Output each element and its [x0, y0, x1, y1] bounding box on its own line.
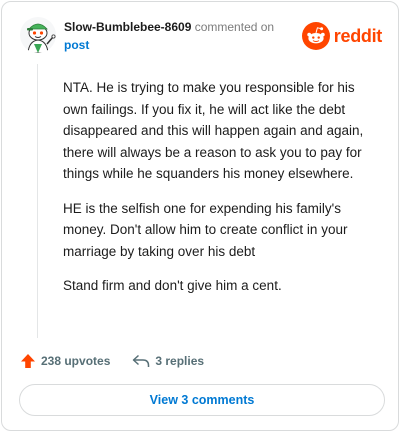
replies-button[interactable]: 3 replies — [132, 354, 204, 368]
upvote-button[interactable]: 238 upvotes — [20, 353, 110, 369]
thread-line[interactable] — [37, 64, 38, 338]
commented-on-label: commented on — [194, 20, 275, 34]
reply-arrow-icon — [133, 354, 150, 367]
view-comments-label: View 3 comments — [149, 393, 255, 407]
upvote-count: 238 upvotes — [41, 354, 111, 368]
snoo-avatar-icon — [20, 17, 56, 53]
reddit-logo[interactable]: reddit — [301, 20, 383, 52]
comment-actions: 238 upvotes 3 replies — [20, 351, 204, 371]
comment-meta: Slow-Bumblebee-8609 commented on post — [64, 18, 314, 54]
comment-header: Slow-Bumblebee-8609 commented on post re… — [20, 16, 384, 56]
reddit-snoo-icon — [301, 22, 330, 50]
avatar[interactable] — [20, 17, 56, 53]
comment-paragraph-3: Stand firm and don't give him a cent. — [63, 278, 282, 293]
comment-paragraph-2: HE is the selfish one for expending his … — [63, 200, 348, 259]
comment-card: Slow-Bumblebee-8609 commented on post re… — [1, 1, 399, 431]
post-link[interactable]: post — [64, 36, 314, 54]
reddit-wordmark: reddit — [333, 25, 383, 46]
upvote-arrow-icon — [21, 354, 35, 368]
view-comments-button[interactable]: View 3 comments — [19, 384, 385, 416]
replies-count: 3 replies — [155, 354, 205, 368]
username-link[interactable]: Slow-Bumblebee-8609 — [64, 20, 191, 34]
comment-body: NTA. He is trying to make you responsibl… — [63, 77, 381, 310]
comment-paragraph-1: NTA. He is trying to make you responsibl… — [63, 80, 364, 181]
